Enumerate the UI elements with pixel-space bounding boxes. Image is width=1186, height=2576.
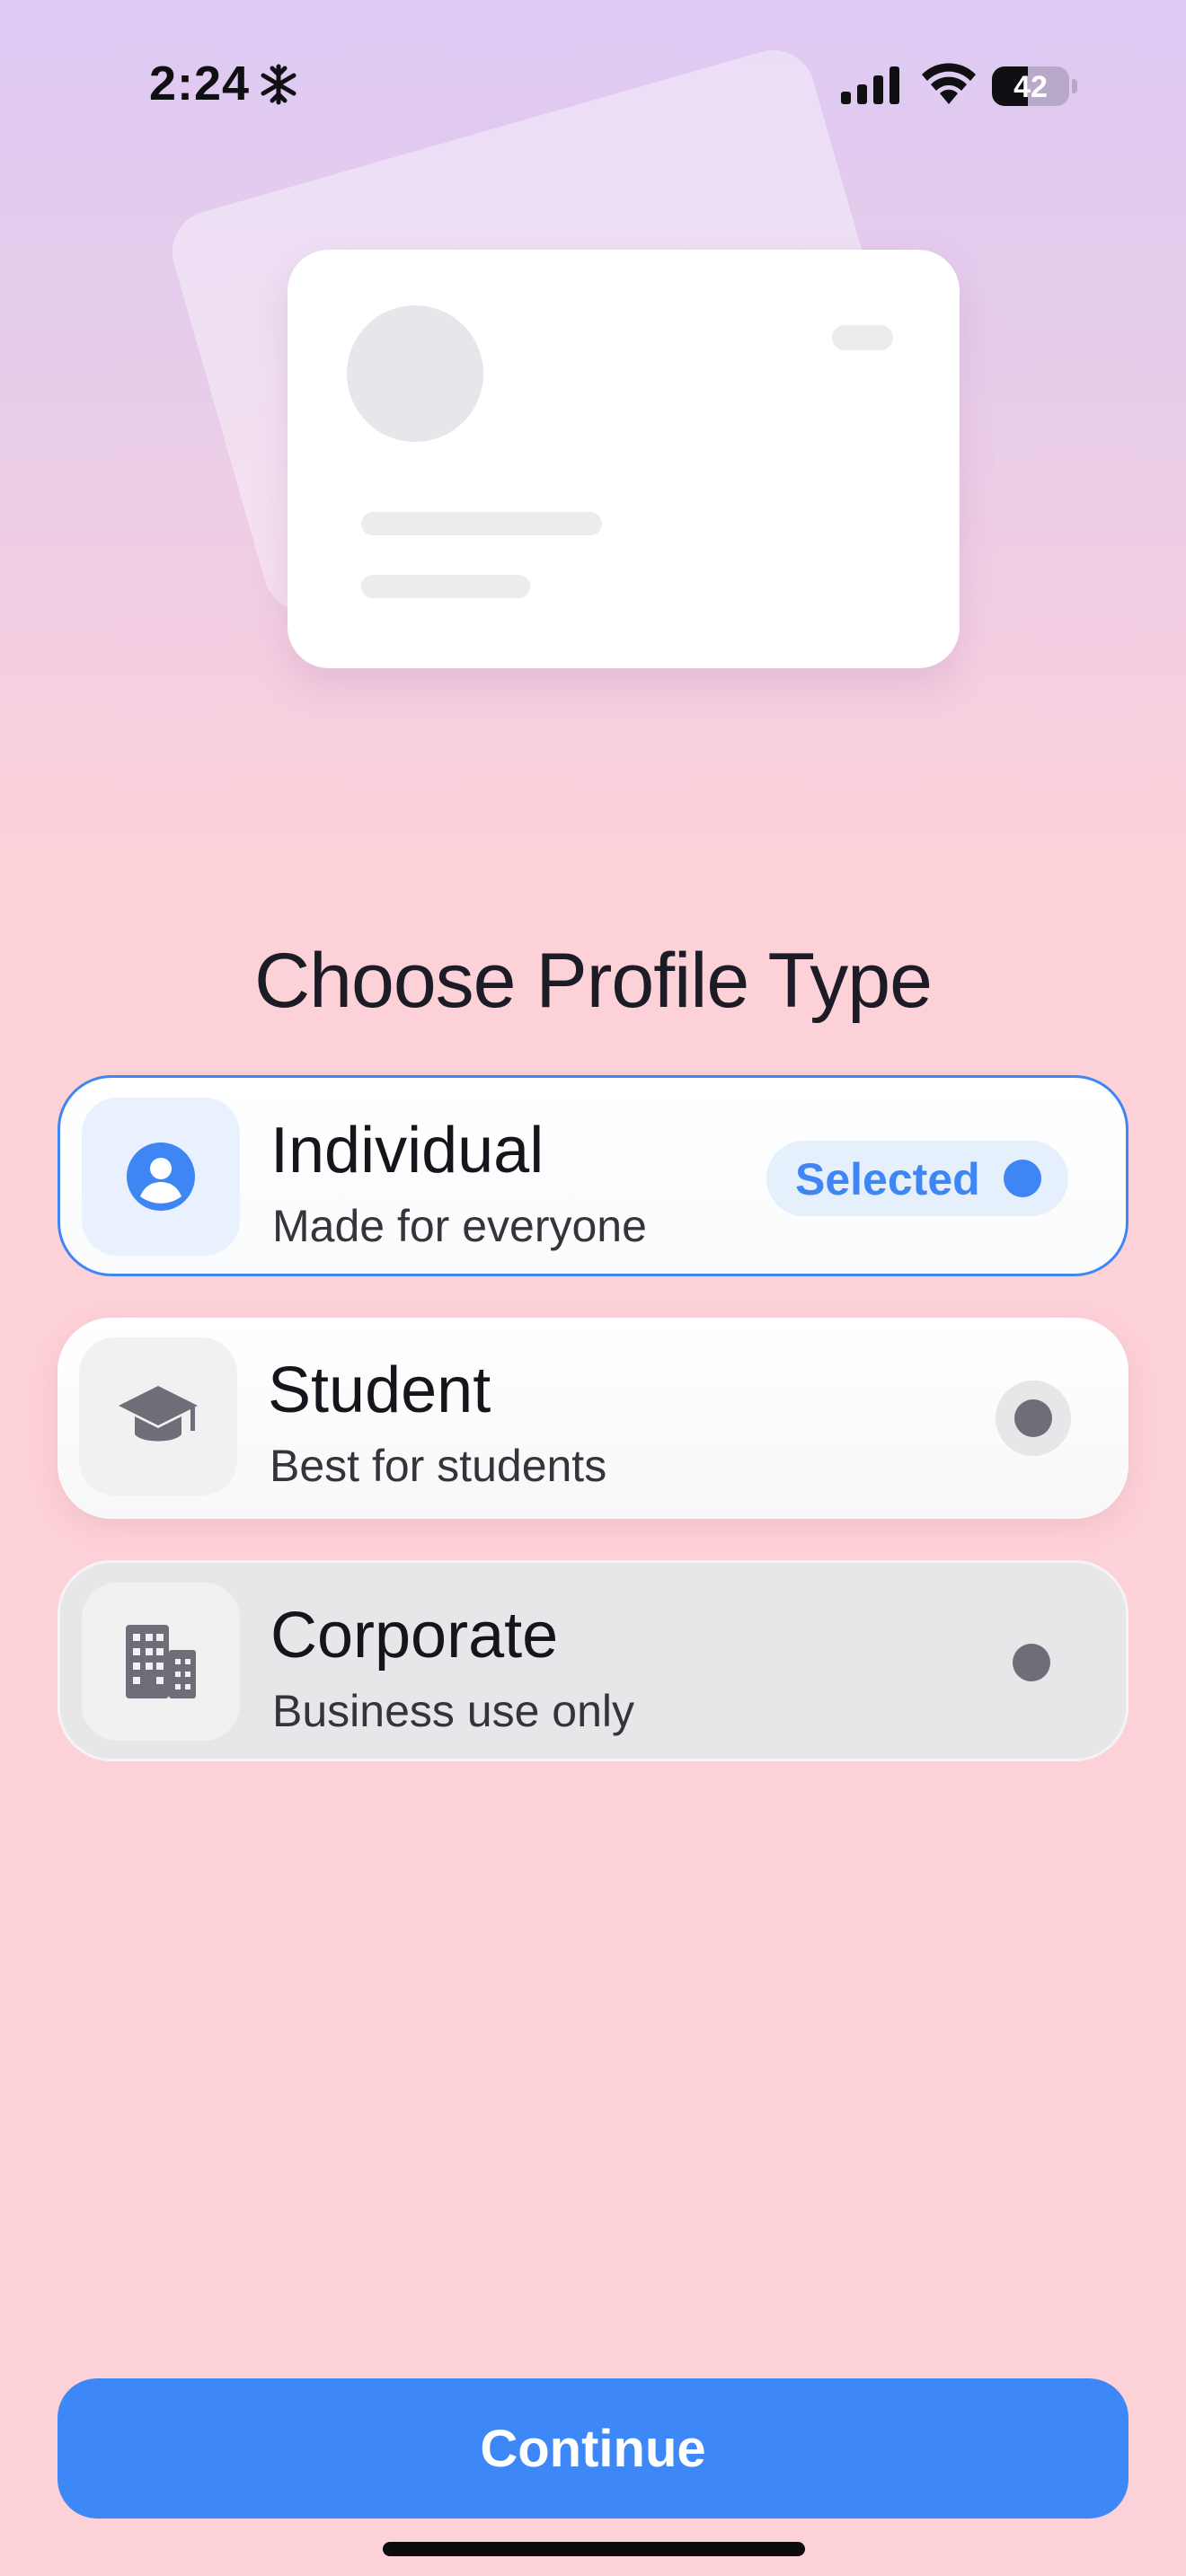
option-description: Best for students: [270, 1441, 607, 1491]
wifi-icon: [922, 63, 976, 104]
battery-icon: 42: [992, 66, 1069, 106]
radio-selected-dot: [1004, 1160, 1041, 1197]
option-student[interactable]: Student Best for students: [58, 1318, 1128, 1519]
option-individual[interactable]: Individual Made for everyone Selected: [58, 1075, 1128, 1276]
page-title: Choose Profile Type: [254, 937, 933, 1024]
illustration-line: [361, 575, 530, 598]
option-corporate[interactable]: Corporate Business use only: [58, 1560, 1128, 1761]
cellular-signal-icon: [841, 66, 899, 104]
person-circle-icon: [127, 1142, 195, 1211]
continue-button[interactable]: Continue: [58, 2378, 1128, 2519]
selected-label: Selected: [795, 1154, 980, 1204]
option-name: Individual: [270, 1115, 544, 1187]
battery-level: 42: [1013, 70, 1048, 104]
illustration-avatar: [347, 305, 483, 442]
graduation-cap-icon: [119, 1386, 198, 1442]
option-description: Business use only: [272, 1686, 635, 1736]
option-name: Student: [268, 1354, 491, 1426]
radio-button[interactable]: [1013, 1644, 1050, 1681]
radio-dot: [1014, 1399, 1052, 1437]
selected-badge: Selected: [766, 1141, 1068, 1216]
home-indicator: [383, 2542, 805, 2556]
option-icon-tile: [79, 1337, 237, 1495]
status-time: 2:24: [149, 57, 251, 110]
option-icon-tile: [82, 1583, 240, 1741]
snowflake-icon: [261, 64, 296, 105]
illustration-profile-card: [288, 250, 960, 668]
radio-button[interactable]: [996, 1381, 1071, 1456]
illustration-chip: [832, 325, 893, 350]
option-description: Made for everyone: [272, 1201, 647, 1251]
option-name: Corporate: [270, 1600, 559, 1672]
building-icon: [126, 1625, 196, 1698]
illustration-line: [361, 512, 602, 535]
option-icon-tile: [82, 1098, 240, 1256]
battery-tip: [1072, 79, 1077, 93]
